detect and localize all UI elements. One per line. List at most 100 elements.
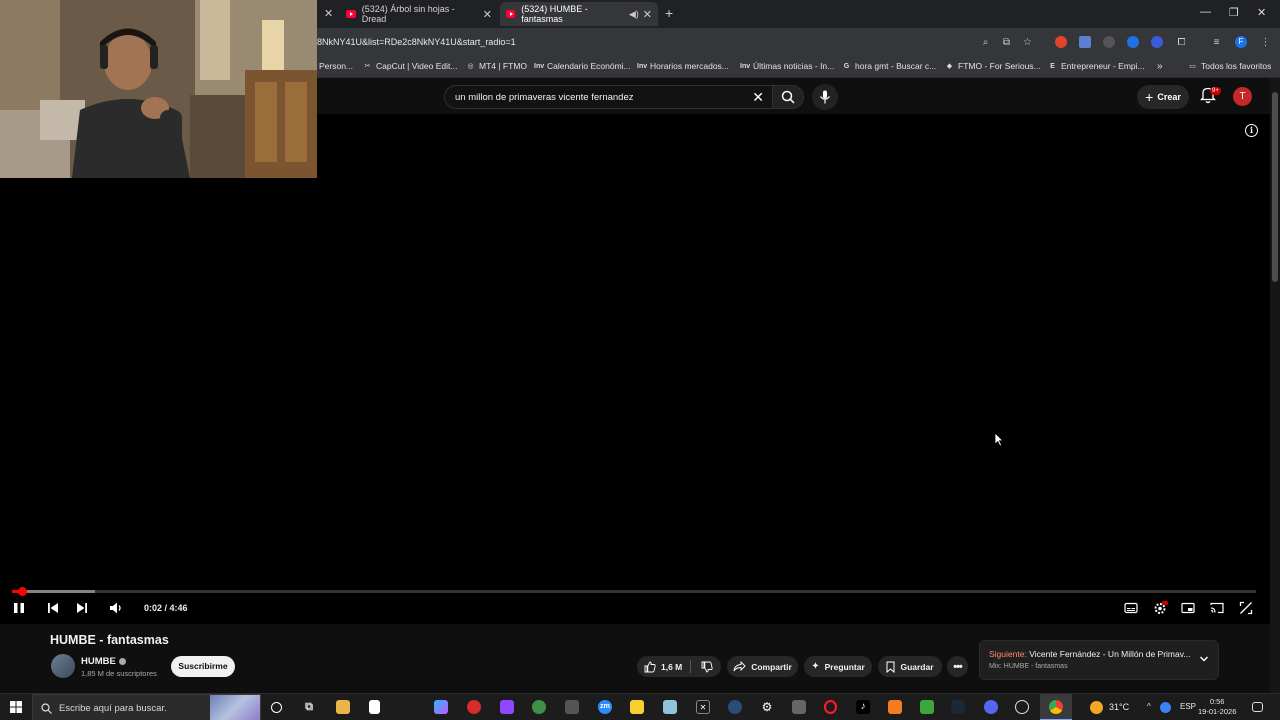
cortana-icon[interactable] — [271, 702, 282, 713]
chrome-icon[interactable] — [1049, 700, 1063, 714]
extension-blue2-icon[interactable] — [1151, 36, 1163, 48]
previous-icon[interactable] — [45, 600, 61, 616]
close-window-icon[interactable]: ✕ — [1257, 6, 1266, 19]
progress-scrubber-handle[interactable] — [18, 587, 27, 596]
more-bookmarks-chevron-icon[interactable]: » — [1157, 61, 1163, 72]
ask-button[interactable]: ✦ Preguntar — [804, 656, 872, 677]
bookmark-star-icon[interactable]: ☆ — [1021, 36, 1034, 49]
thumbs-up-icon[interactable] — [644, 661, 656, 673]
minimize-icon[interactable]: — — [1200, 6, 1211, 18]
thumbs-down-icon[interactable] — [701, 661, 713, 673]
app-gray-icon[interactable] — [792, 700, 806, 714]
calculator-icon[interactable] — [565, 700, 579, 714]
volume-icon[interactable] — [108, 600, 124, 616]
speaker-icon[interactable]: ◀) — [629, 9, 639, 20]
opera-icon[interactable] — [824, 700, 837, 714]
copilot-icon[interactable] — [434, 700, 448, 714]
channel-name[interactable]: HUMBE — [81, 656, 126, 667]
menu-kebab-icon[interactable]: ⋮ — [1259, 36, 1272, 49]
bookmark-capcut[interactable]: ✂ CapCut | Video Edit... — [363, 61, 458, 71]
scrollbar-thumb[interactable] — [1272, 92, 1278, 282]
progress-bar[interactable] — [12, 590, 1256, 593]
install-app-icon[interactable]: ⧉ — [1000, 36, 1013, 49]
windows-start-icon[interactable] — [10, 701, 22, 713]
extensions-puzzle-icon[interactable]: ⧠ — [1175, 36, 1188, 49]
bookmark-calendario[interactable]: Inv Calendario Económi... — [534, 61, 631, 71]
save-button[interactable]: Guardar — [878, 656, 942, 677]
search-input[interactable]: un millon de primaveras vicente fernande… — [444, 85, 772, 109]
app-red-icon[interactable] — [467, 700, 481, 714]
fullscreen-icon[interactable] — [1238, 600, 1254, 616]
bookmark-horarios[interactable]: Inv Horarios mercados... — [637, 61, 729, 71]
up-next-card[interactable]: Siguiente: Vicente Fernández - Un Millón… — [979, 640, 1219, 680]
info-icon[interactable]: i — [1245, 124, 1258, 137]
language-indicator[interactable]: ESP — [1180, 702, 1196, 711]
document-icon[interactable] — [369, 700, 380, 714]
bookmark-mt4[interactable]: ◎ MT4 | FTMO — [466, 61, 527, 71]
tab-close-icon[interactable]: ✕ — [479, 8, 492, 21]
tab-arbol-sin-hojas[interactable]: (5324) Árbol sin hojas - Dread ✕ — [340, 2, 498, 26]
bookmark-item[interactable]: Person... — [319, 61, 353, 71]
tray-chevron-icon[interactable]: ^ — [1147, 702, 1151, 711]
settings-gear-icon[interactable]: ⚙ — [760, 700, 774, 714]
file-explorer-icon[interactable] — [336, 700, 350, 714]
minecraft-icon[interactable] — [920, 700, 934, 714]
tab-close-icon[interactable]: ✕ — [324, 7, 333, 20]
subtitles-icon[interactable] — [1123, 600, 1139, 616]
taskbar-clock[interactable]: 0:56 19-01-2026 — [1198, 697, 1236, 717]
cast-icon[interactable] — [1209, 600, 1225, 616]
app-orange-icon[interactable] — [888, 700, 902, 714]
sticky-notes-icon[interactable] — [630, 700, 644, 714]
settings-gear-icon[interactable] — [1152, 600, 1168, 616]
subscribe-button[interactable]: Suscribirme — [171, 656, 235, 677]
reading-list-icon[interactable]: ≡ — [1210, 36, 1223, 49]
tab-humbe-fantasmas[interactable]: (5324) HUMBE - fantasmas ◀) ✕ — [500, 2, 658, 26]
weather-sun-icon[interactable] — [1090, 701, 1103, 714]
weather-temp[interactable]: 31°C — [1109, 702, 1129, 712]
pause-icon[interactable] — [11, 600, 27, 616]
new-tab-plus-icon[interactable]: + — [665, 5, 673, 21]
twitch-icon[interactable] — [500, 700, 514, 714]
search-query[interactable]: un millon de primaveras vicente fernande… — [455, 92, 633, 103]
app-green-icon[interactable] — [532, 700, 546, 714]
bookmark-entrepreneur[interactable]: E Entrepreneur - Empi... — [1048, 61, 1144, 71]
like-count[interactable]: 1,6 M — [661, 662, 682, 672]
create-button[interactable]: + Crear — [1137, 85, 1189, 109]
profile-avatar[interactable]: F — [1235, 36, 1247, 48]
chevron-down-icon[interactable] — [1199, 654, 1209, 664]
extension-blue-icon[interactable] — [1127, 36, 1139, 48]
app-blue-icon[interactable] — [728, 700, 742, 714]
zoom-app-icon[interactable]: zm — [598, 700, 612, 714]
translate-extension-icon[interactable] — [1079, 36, 1091, 48]
extension-red-icon[interactable] — [1055, 36, 1067, 48]
more-actions-button[interactable]: ••• — [947, 656, 968, 677]
app-circle-icon[interactable] — [1015, 700, 1029, 714]
bookmark-noticias[interactable]: Inv Últimas noticias - In... — [740, 61, 834, 71]
taskbar-search-input[interactable]: Escribe aquí para buscar. — [32, 694, 261, 720]
app-lightblue-icon[interactable] — [663, 700, 677, 714]
notification-center-icon[interactable] — [1252, 702, 1263, 712]
extension-dark-icon[interactable] — [1103, 36, 1115, 48]
zoom-icon[interactable]: ⌕ — [979, 36, 992, 49]
next-icon[interactable] — [74, 600, 90, 616]
bookmark-ftmo[interactable]: ◆ FTMO - For Serious... — [945, 61, 1041, 71]
task-view-icon[interactable]: ⧉ — [302, 700, 316, 714]
search-button[interactable] — [772, 85, 804, 109]
network-icon[interactable] — [1160, 702, 1171, 713]
channel-avatar[interactable] — [51, 654, 75, 678]
video-player[interactable] — [0, 114, 1270, 624]
miniplayer-icon[interactable] — [1180, 600, 1196, 616]
clear-search-icon[interactable]: ✕ — [752, 89, 764, 106]
capcut-app-icon[interactable]: ✕ — [696, 700, 710, 714]
voice-search-button[interactable] — [812, 84, 838, 110]
tab-close-icon[interactable]: ✕ — [639, 8, 652, 21]
share-button[interactable]: Compartir — [727, 656, 798, 677]
bookmarks-folder[interactable]: ▭ Todos los favoritos — [1188, 61, 1271, 71]
user-avatar[interactable]: T — [1233, 87, 1252, 106]
discord-icon[interactable] — [984, 700, 998, 714]
url-field[interactable]: 8NkNY41U&list=RDe2c8NkNY41U&start_radio=… — [317, 37, 516, 47]
bookmark-hora-gmt[interactable]: Ghora gmt - Buscar c... — [842, 61, 936, 71]
steam-icon[interactable] — [951, 700, 965, 714]
restore-icon[interactable]: ❐ — [1229, 6, 1239, 19]
tiktok-icon[interactable]: ♪ — [856, 700, 870, 714]
